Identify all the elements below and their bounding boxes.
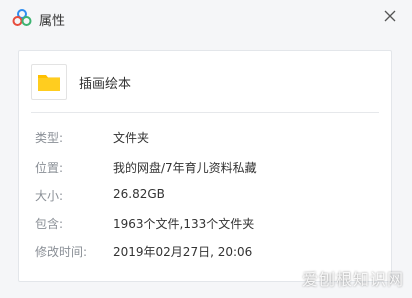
property-value: 26.82GB (113, 187, 165, 201)
property-contains: 包含: 1963个文件,133个文件夹 (35, 215, 375, 233)
property-value: 2019年02月27日, 20:06 (113, 245, 253, 259)
file-name: 插画绘本 (79, 77, 132, 92)
property-label: 包含: (35, 217, 64, 231)
divider (31, 112, 379, 113)
file-header: 插画绘本 (31, 64, 371, 100)
property-label: 大小: (35, 189, 64, 203)
folder-icon (31, 64, 67, 100)
property-label: 类型: (35, 131, 64, 145)
property-type: 类型: 文件夹 (35, 129, 375, 147)
close-button[interactable] (378, 4, 402, 28)
title-bar: 属性 (0, 0, 412, 36)
watermark: 爱刨根知识网 (301, 270, 404, 289)
property-size: 大小: 26.82GB (35, 187, 375, 205)
property-label: 修改时间: (35, 245, 88, 259)
property-label: 位置: (35, 161, 64, 175)
baidu-netdisk-logo-icon (12, 9, 32, 27)
close-icon (384, 7, 396, 26)
property-location: 位置: 我的网盘/7年育儿资料私藏 (35, 159, 375, 177)
properties-panel: 插画绘本 类型: 文件夹 位置: 我的网盘/7年育儿资料私藏 大小: 26.82… (18, 50, 392, 282)
property-value: 我的网盘/7年育儿资料私藏 (113, 161, 257, 175)
property-value: 文件夹 (113, 131, 150, 145)
property-value: 1963个文件,133个文件夹 (113, 217, 255, 231)
window-title: 属性 (39, 14, 66, 29)
property-modified-time: 修改时间: 2019年02月27日, 20:06 (35, 243, 375, 261)
